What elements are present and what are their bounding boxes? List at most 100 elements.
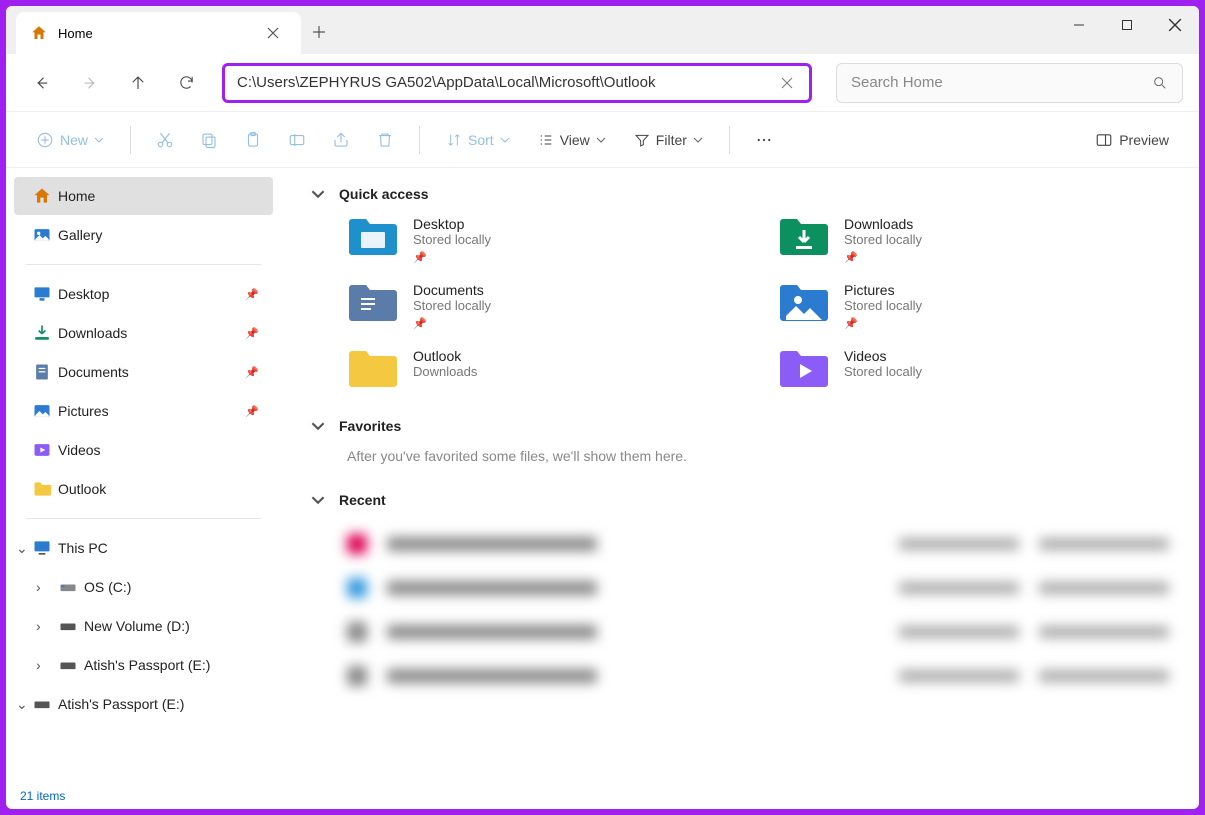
sort-button[interactable]: Sort [436, 122, 520, 158]
folder-pictures-icon [778, 282, 830, 324]
search-input[interactable] [851, 74, 1152, 91]
arrow-left-icon [33, 74, 51, 92]
paste-icon [244, 131, 262, 149]
refresh-button[interactable] [166, 63, 206, 103]
section-recent[interactable]: Recent [311, 492, 1169, 508]
sidebar-item-desktop[interactable]: Desktop📌 [14, 275, 273, 313]
close-window-button[interactable] [1151, 6, 1199, 44]
close-icon [1168, 18, 1182, 32]
close-icon [267, 27, 279, 39]
favorites-empty-text: After you've favorited some files, we'll… [347, 448, 1169, 464]
preview-button[interactable]: Preview [1085, 122, 1179, 158]
sidebar-item-documents[interactable]: Documents📌 [14, 353, 273, 391]
qa-item-pictures[interactable]: PicturesStored locally📌 [778, 282, 1169, 330]
view-icon [538, 132, 554, 148]
chevron-down-icon [596, 135, 606, 145]
pin-icon: 📌 [245, 327, 259, 340]
command-bar: New Sort View Filter Prev [6, 112, 1199, 168]
address-input[interactable] [237, 74, 777, 91]
chevron-down-icon [311, 493, 325, 507]
cut-button[interactable] [147, 122, 183, 158]
quick-access-grid: DesktopStored locally📌 DownloadsStored l… [347, 216, 1169, 390]
copy-button[interactable] [191, 122, 227, 158]
plus-icon [312, 25, 326, 39]
folder-icon [347, 348, 399, 390]
qa-item-outlook[interactable]: OutlookDownloads [347, 348, 738, 390]
recent-item[interactable] [347, 522, 1169, 566]
pin-icon: 📌 [844, 317, 922, 330]
qa-item-documents[interactable]: DocumentsStored locally📌 [347, 282, 738, 330]
drive-icon [58, 577, 78, 597]
sidebar-item-thispc[interactable]: ⌄ This PC [14, 529, 273, 567]
minimize-icon [1073, 19, 1085, 31]
recent-item[interactable] [347, 566, 1169, 610]
back-button[interactable] [22, 63, 62, 103]
new-tab-button[interactable] [301, 14, 337, 50]
qa-item-videos[interactable]: VideosStored locally [778, 348, 1169, 390]
arrow-right-icon [81, 74, 99, 92]
section-quick-access[interactable]: Quick access [311, 186, 1169, 202]
share-button[interactable] [323, 122, 359, 158]
forward-button[interactable] [70, 63, 110, 103]
tab-home[interactable]: Home [16, 12, 301, 54]
chevron-down-icon [311, 187, 325, 201]
section-favorites[interactable]: Favorites [311, 418, 1169, 434]
pin-icon: 📌 [245, 288, 259, 301]
filter-button[interactable]: Filter [624, 122, 713, 158]
pin-icon: 📌 [844, 251, 922, 264]
file-explorer-window: Home New [6, 6, 1199, 809]
status-bar: 21 items [6, 787, 1199, 809]
sidebar-item-drive-d[interactable]: › New Volume (D:) [14, 607, 273, 645]
sidebar-item-downloads[interactable]: Downloads📌 [14, 314, 273, 352]
sidebar-item-drive-c[interactable]: › OS (C:) [14, 568, 273, 606]
sidebar-item-videos[interactable]: Videos [14, 431, 273, 469]
sidebar-item-gallery[interactable]: Gallery [14, 216, 273, 254]
rename-icon [288, 131, 306, 149]
search-box[interactable] [836, 63, 1183, 103]
sidebar-item-outlook[interactable]: Outlook [14, 470, 273, 508]
folder-videos-icon [778, 348, 830, 390]
sidebar-item-pictures[interactable]: Pictures📌 [14, 392, 273, 430]
rename-button[interactable] [279, 122, 315, 158]
refresh-icon [178, 74, 195, 91]
tab-close-button[interactable] [259, 19, 287, 47]
home-icon [32, 186, 52, 206]
more-button[interactable] [746, 122, 782, 158]
pin-icon: 📌 [413, 251, 491, 264]
paste-button[interactable] [235, 122, 271, 158]
desktop-icon [32, 284, 52, 304]
navigation-bar [6, 54, 1199, 112]
address-clear-button[interactable] [777, 73, 797, 93]
plus-circle-icon [36, 131, 54, 149]
chevron-down-icon [500, 135, 510, 145]
more-icon [755, 131, 773, 149]
new-button[interactable]: New [26, 122, 114, 158]
sidebar-item-drive-e1[interactable]: › Atish's Passport (E:) [14, 646, 273, 684]
navigation-pane[interactable]: Home Gallery Desktop📌 Downloads📌 Documen… [6, 168, 281, 787]
sidebar-item-home[interactable]: Home [14, 177, 273, 215]
view-button[interactable]: View [528, 122, 616, 158]
up-button[interactable] [118, 63, 158, 103]
maximize-icon [1121, 19, 1133, 31]
preview-pane-icon [1095, 131, 1113, 149]
minimize-button[interactable] [1055, 6, 1103, 44]
recent-item[interactable] [347, 654, 1169, 698]
chevron-down-icon: ⌄ [16, 540, 28, 557]
drive-icon [58, 655, 78, 675]
sort-icon [446, 132, 462, 148]
share-icon [332, 131, 350, 149]
recent-item[interactable] [347, 610, 1169, 654]
address-bar[interactable] [222, 63, 812, 103]
filter-icon [634, 132, 650, 148]
copy-icon [200, 131, 218, 149]
qa-item-desktop[interactable]: DesktopStored locally📌 [347, 216, 738, 264]
maximize-button[interactable] [1103, 6, 1151, 44]
sidebar-item-drive-e2[interactable]: ⌄ Atish's Passport (E:) [14, 685, 273, 723]
pictures-icon [32, 401, 52, 421]
gallery-icon [32, 225, 52, 245]
delete-button[interactable] [367, 122, 403, 158]
content-area[interactable]: Quick access DesktopStored locally📌 Down… [281, 168, 1199, 787]
folder-downloads-icon [778, 216, 830, 258]
qa-item-downloads[interactable]: DownloadsStored locally📌 [778, 216, 1169, 264]
search-icon [1152, 75, 1168, 91]
